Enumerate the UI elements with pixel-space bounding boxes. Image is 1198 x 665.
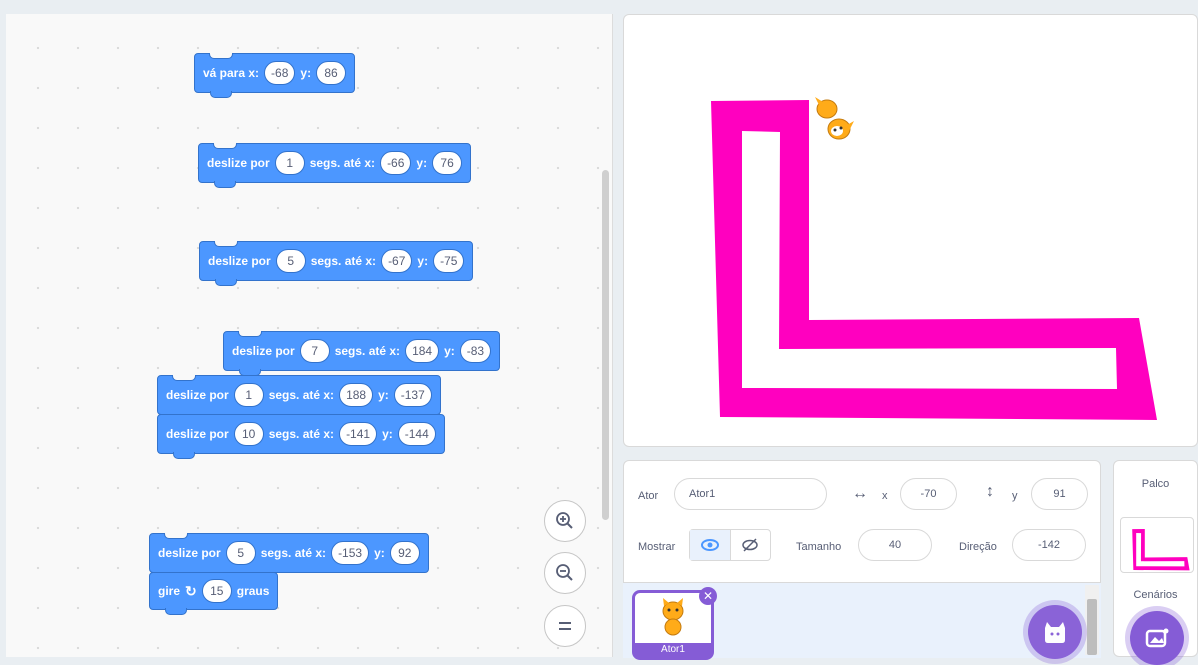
- zoom-in-icon: [556, 512, 573, 529]
- glide-mid: segs. até x:: [268, 388, 335, 402]
- eye-slash-icon: [742, 538, 758, 552]
- sprite-thumb-name: Ator1: [635, 643, 711, 657]
- sprite-cat[interactable]: [809, 95, 857, 143]
- glide-mid: segs. até x:: [334, 344, 401, 358]
- glide-y-input[interactable]: -137: [393, 383, 432, 407]
- visibility-toggle: [689, 529, 771, 561]
- glide-y-input[interactable]: -144: [397, 422, 436, 446]
- goto-y-label: y:: [300, 66, 312, 80]
- y-label: y: [1012, 490, 1018, 502]
- zoom-reset-icon: [559, 622, 571, 630]
- glide-block-1[interactable]: deslize por 1 segs. até x: -66 y: 76: [198, 143, 472, 188]
- glide-secs-input[interactable]: 10: [233, 422, 264, 446]
- stage-canvas[interactable]: [623, 14, 1198, 447]
- show-label: Mostrar: [638, 541, 676, 553]
- glide-x-input[interactable]: -153: [331, 541, 370, 565]
- glide-y-input[interactable]: 92: [389, 541, 420, 565]
- glide-y-label: y:: [378, 388, 389, 402]
- zoom-reset-button[interactable]: [544, 605, 586, 647]
- zoom-out-button[interactable]: [544, 552, 586, 594]
- glide-y-label: y:: [416, 156, 428, 170]
- close-icon: ✕: [702, 589, 714, 603]
- glide-block-4[interactable]: deslize por 1 segs. até x: 188 y: -137: [157, 375, 441, 415]
- glide-secs-input[interactable]: 1: [233, 383, 264, 407]
- show-button[interactable]: [690, 530, 731, 560]
- glide-secs-input[interactable]: 1: [274, 151, 305, 175]
- size-label: Tamanho: [796, 541, 842, 553]
- pen-drawing: [711, 100, 1157, 420]
- glide-x-input[interactable]: -141: [339, 422, 378, 446]
- eye-icon: [700, 539, 719, 551]
- glide-y-label: y:: [382, 427, 393, 441]
- cat-icon: [815, 97, 854, 140]
- goto-block[interactable]: vá para x: -68 y: 86: [194, 53, 356, 98]
- glide-y-label: y:: [417, 254, 429, 268]
- delete-sprite-button[interactable]: ✕: [699, 587, 717, 605]
- glide-y-input[interactable]: -83: [459, 339, 492, 363]
- goto-label: vá para x:: [203, 66, 260, 80]
- glide-x-input[interactable]: -67: [381, 249, 413, 273]
- zoom-out-icon: [556, 564, 573, 581]
- glide-prefix: deslize por: [158, 546, 221, 560]
- cat-icon: [662, 598, 684, 636]
- glide-secs-input[interactable]: 5: [275, 249, 306, 273]
- glide-y-label: y:: [444, 344, 455, 358]
- glide-mid: segs. até x:: [309, 156, 376, 170]
- glide-mid: segs. até x:: [310, 254, 377, 268]
- stage-thumbnail-drawing: [1132, 528, 1190, 571]
- actor-label: Ator: [638, 490, 659, 502]
- glide-prefix: deslize por: [166, 388, 229, 402]
- arrows-vertical-icon: ↕: [986, 483, 994, 500]
- actor-name-field[interactable]: Ator1: [674, 478, 827, 510]
- turn-suffix: graus: [236, 584, 270, 598]
- goto-y-input[interactable]: 86: [316, 61, 347, 85]
- workspace-scrollbar[interactable]: [602, 170, 609, 520]
- sprite-thumb[interactable]: Ator1 ✕: [632, 587, 717, 660]
- direction-label: Direção: [959, 541, 997, 553]
- glide-prefix: deslize por: [207, 156, 270, 170]
- glide-x-input[interactable]: 184: [405, 339, 440, 363]
- y-field[interactable]: 91: [1031, 478, 1088, 510]
- glide-mid: segs. até x:: [260, 546, 327, 560]
- glide-secs-input[interactable]: 5: [225, 541, 256, 565]
- backdrop-add-icon: [1145, 628, 1169, 648]
- sprite-list-scrollbar[interactable]: [1085, 585, 1099, 655]
- x-field[interactable]: -70: [900, 478, 957, 510]
- direction-field[interactable]: -142: [1012, 529, 1086, 561]
- turn-prefix: gire: [158, 584, 181, 598]
- turn-degrees-input[interactable]: 15: [201, 579, 232, 603]
- glide-y-input[interactable]: 76: [432, 151, 463, 175]
- glide-block-3[interactable]: deslize por 7 segs. até x: 184 y: -83: [223, 331, 501, 376]
- glide-x-input[interactable]: 188: [339, 383, 374, 407]
- stage-selector-pane[interactable]: Palco Cenários: [1113, 460, 1198, 665]
- zoom-in-button[interactable]: [544, 500, 586, 542]
- glide-prefix: deslize por: [166, 427, 229, 441]
- stage-thumbnail[interactable]: [1120, 517, 1194, 573]
- arrows-horizontal-icon: ↔: [852, 485, 868, 502]
- glide-x-input[interactable]: -66: [380, 151, 412, 175]
- cat-add-icon: [1045, 622, 1065, 643]
- x-label: x: [882, 490, 888, 502]
- sprite-list: Ator1 ✕: [623, 582, 1101, 660]
- glide-mid: segs. até x:: [268, 427, 335, 441]
- goto-x-input[interactable]: -68: [264, 61, 296, 85]
- size-field[interactable]: 40: [858, 529, 932, 561]
- glide-prefix: deslize por: [232, 344, 295, 358]
- glide-prefix: deslize por: [208, 254, 271, 268]
- hide-button[interactable]: [731, 530, 771, 560]
- rotate-right-icon: ↻: [185, 582, 197, 599]
- stage-pane-title: Palco: [1141, 478, 1170, 490]
- glide-block-2[interactable]: deslize por 5 segs. até x: -67 y: -75: [199, 241, 474, 286]
- choose-sprite-button[interactable]: [1028, 605, 1082, 659]
- backdrops-label: Cenários: [1133, 589, 1178, 601]
- turn-block[interactable]: gire ↻ 15 graus: [149, 572, 279, 615]
- glide-y-input[interactable]: -75: [433, 249, 465, 273]
- glide-block-5[interactable]: deslize por 10 segs. até x: -141 y: -144: [157, 414, 445, 459]
- glide-y-label: y:: [374, 546, 385, 560]
- glide-secs-input[interactable]: 7: [299, 339, 330, 363]
- glide-block-6[interactable]: deslize por 5 segs. até x: -153 y: 92: [149, 533, 429, 573]
